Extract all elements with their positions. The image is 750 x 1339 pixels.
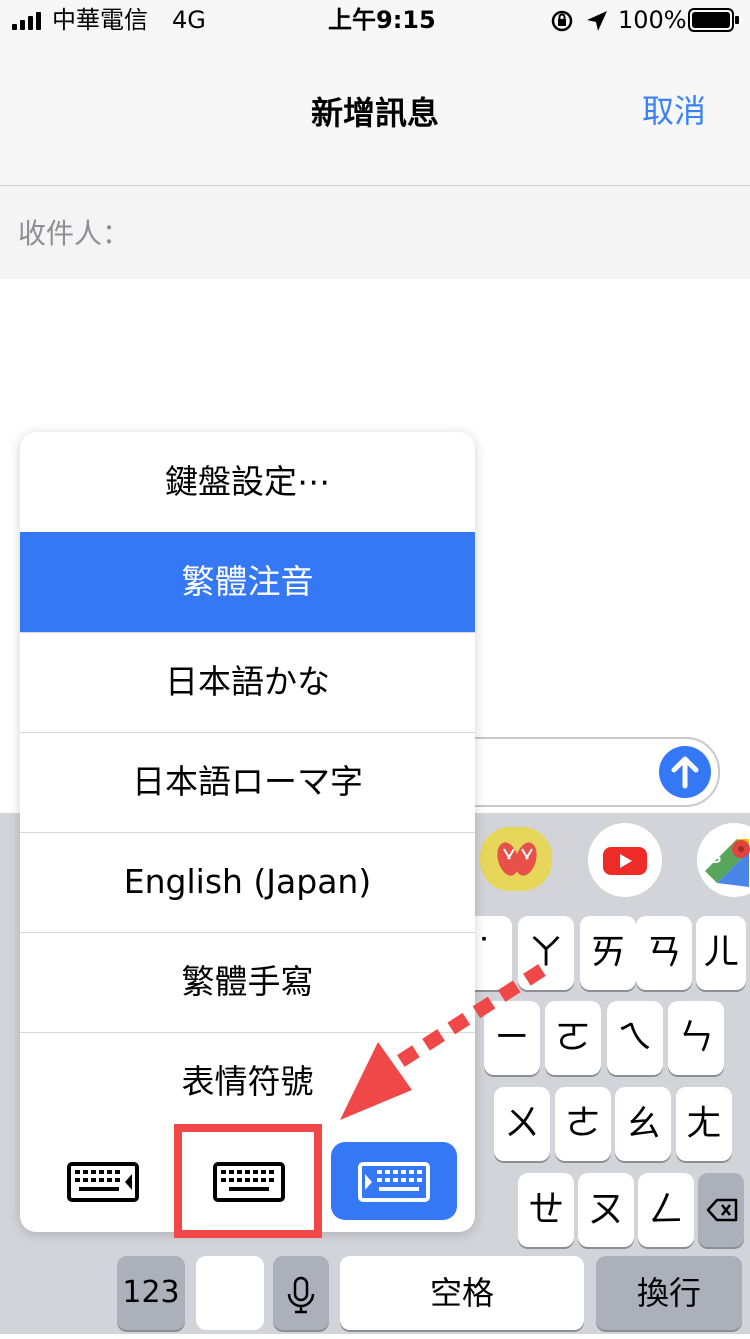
key-e[interactable]: ㄜ xyxy=(555,1087,611,1161)
slippers-sticker-icon[interactable] xyxy=(480,827,552,891)
battery-percent: 100% xyxy=(618,6,687,34)
numbers-key[interactable]: 123 xyxy=(117,1256,185,1330)
key-ao[interactable]: ㄠ xyxy=(615,1087,671,1161)
location-arrow-icon xyxy=(587,11,607,31)
dictation-key[interactable] xyxy=(273,1256,329,1330)
key-en[interactable]: ㄣ xyxy=(668,1001,724,1075)
microphone-icon xyxy=(287,1276,315,1314)
annotation-highlight-box xyxy=(174,1124,322,1238)
youtube-icon[interactable] xyxy=(588,823,662,897)
menu-item-japanese-kana[interactable]: 日本語かな xyxy=(20,632,475,733)
key-eng[interactable]: ㄥ xyxy=(638,1173,694,1247)
google-maps-icon[interactable]: G xyxy=(697,823,750,897)
menu-item-keyboard-settings[interactable]: 鍵盤設定⋯ xyxy=(20,432,475,533)
keyboard-left-icon xyxy=(67,1162,139,1202)
recipient-label: 收件人： xyxy=(18,217,131,250)
annotation-arrow-icon xyxy=(340,964,546,1120)
network-type: 4G xyxy=(172,6,206,34)
keyboard-switch-key[interactable] xyxy=(196,1256,264,1330)
signal-icon xyxy=(12,10,48,30)
battery-icon xyxy=(688,8,739,32)
backspace-key[interactable] xyxy=(698,1173,744,1247)
carrier-name: 中華電信 xyxy=(52,6,148,34)
key-ei[interactable]: ㄟ xyxy=(607,1001,663,1075)
backspace-icon xyxy=(706,1198,738,1222)
menu-item-english-japan[interactable]: English (Japan) xyxy=(20,832,475,933)
space-key[interactable]: 空格 xyxy=(340,1256,584,1330)
menu-item-traditional-zhuyin[interactable]: 繁體注音 xyxy=(20,532,475,633)
key-ai[interactable]: ㄞ xyxy=(580,916,636,990)
send-button[interactable] xyxy=(659,746,711,798)
keyboard-left-button[interactable] xyxy=(40,1142,166,1220)
arrow-up-icon xyxy=(671,756,699,789)
return-key[interactable]: 換行 xyxy=(596,1256,742,1330)
orientation-lock-icon xyxy=(551,10,573,32)
key-er[interactable]: ㄦ xyxy=(696,916,746,990)
navigation-bar: 新增訊息 取消 xyxy=(0,40,750,186)
keyboard-right-icon xyxy=(358,1162,430,1202)
key-ou[interactable]: ㄡ xyxy=(578,1173,634,1247)
svg-text:G: G xyxy=(709,850,721,867)
status-bar: 中華電信 4G 上午9:15 100% xyxy=(0,0,750,40)
key-ang[interactable]: ㄤ xyxy=(676,1087,732,1161)
key-eh[interactable]: ㄝ xyxy=(518,1173,574,1247)
page-title: 新增訊息 xyxy=(310,94,439,132)
cancel-button[interactable]: 取消 xyxy=(642,86,706,132)
clock: 上午9:15 xyxy=(328,6,436,34)
recipient-field[interactable]: 收件人： xyxy=(0,186,750,279)
keyboard-right-button[interactable] xyxy=(331,1142,457,1220)
menu-item-japanese-romaji[interactable]: 日本語ローマ字 xyxy=(20,732,475,833)
key-an[interactable]: ㄢ xyxy=(636,916,692,990)
